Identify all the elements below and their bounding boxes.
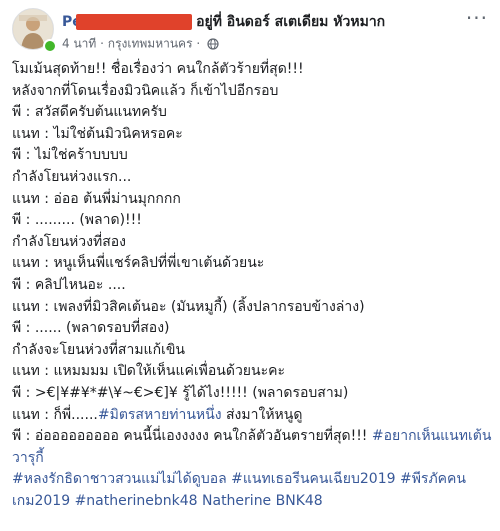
more-options-icon[interactable]: ··· (466, 8, 488, 28)
post-line: พี : ไม่ใช่คร้าบบบบ (12, 147, 128, 164)
online-status-icon (43, 39, 57, 53)
author-name[interactable]: Perapat Rattana (62, 13, 192, 31)
author-line: Perapat Rattana อยู่ที่ อินดอร์ สเตเดียม… (62, 13, 385, 31)
post-line-final: พี : อ่อออออออออ คนนี้นี่เองงงงง คนใกล้ต… (12, 426, 494, 469)
post-line: แนท : ไม่ใช่ต้นมิวนิคหรอคะ (12, 125, 183, 142)
post-line-suffix: ส่งมาให้หนูดู (221, 406, 303, 423)
post-line: กำลังโยนห่วงที่สอง (12, 233, 126, 250)
profile-link[interactable]: Natherine (202, 493, 271, 509)
post-header: Perapat Rattana อยู่ที่ อินดอร์ สเตเดียม… (12, 8, 492, 60)
globe-icon[interactable] (207, 37, 219, 50)
post-line: แนท : เพลงที่มิวสิคเต้นอะ (มันหมูกี้) (ล… (12, 298, 365, 315)
facebook-post: Perapat Rattana อยู่ที่ อินดอร์ สเตเดียม… (0, 0, 500, 531)
hashtag-link[interactable]: #หลงรักธิดาชาวสวนแม่ไม่ได้ดูบอล (12, 471, 227, 487)
post-line: หลังจากที่โดนเรื่องมิวนิคแล้ว ก็เข้าไปอี… (12, 82, 279, 99)
post-meta: 4 นาที · กรุงเทพมหานคร · (62, 35, 219, 52)
post-line: แนท : แหมมมม เปิดให้เห็นแค่เพื่อนด้วยนะค… (12, 363, 285, 380)
post-line: พี : ...... (พลาดรอบที่สอง) (12, 320, 170, 337)
post-line: โมเม้นสุดท้าย!! ชื่อเรื่องว่า คนใกล้ตัวร… (12, 61, 304, 77)
hashtag-link[interactable]: #มิตรสหายท่านหนึ่ง (98, 407, 222, 423)
post-time[interactable]: 4 นาที (62, 37, 96, 51)
meta-separator: · (100, 36, 104, 51)
meta-separator-2: · (196, 36, 201, 51)
post-line-text: พี : อ่อออออออออ คนนี้นี่เองงงงง คนใกล้ต… (12, 428, 372, 445)
post-line: กำลังโยนห่วงแรก... (12, 168, 132, 185)
hashtag-link[interactable]: #natherinebnk48 (75, 493, 198, 509)
post-line: พี : >€|¥#¥*#\¥~€>€]¥ รู้ได้ไง!!!!! (พลา… (12, 384, 349, 401)
post-place[interactable]: กรุงเทพมหานคร (108, 37, 193, 51)
profile-link[interactable]: BNK48 (276, 493, 323, 509)
post-text: โมเม้นสุดท้าย!! ชื่อเรื่องว่า คนใกล้ตัวร… (12, 59, 494, 512)
post-line: แนท : อ่ออ ต้นพี่ม่านมุกกกก (12, 190, 181, 207)
post-line-prefix: แนท : ก็พี่...... (12, 406, 98, 423)
hashtag-link[interactable]: #แนทเธอรีนคนเฉียบ2019 (231, 471, 395, 487)
post-line: แนท : หนูเห็นพี่แชร์คลิปที่พี่เขาเต้นด้ว… (12, 255, 265, 272)
post-line: กำลังจะโยนห่วงที่สามแก้เขิน (12, 341, 185, 358)
location-text[interactable]: อยู่ที่ อินดอร์ สเตเดียม หัวหมาก (196, 14, 385, 30)
post-line: พี : ......... (พลาด)!!! (12, 212, 142, 229)
post-line: พี : สวัสดีครับต้นแนทครับ (12, 104, 167, 121)
post-line: พี : คลิปไหนอะ .... (12, 276, 126, 293)
hashtag-list: #หลงรักธิดาชาวสวนแม่ไม่ได้ดูบอล #แนทเธอร… (12, 469, 494, 512)
post-line-mention: แนท : ก็พี่......#มิตรสหายท่านหนึ่ง ส่งม… (12, 405, 494, 427)
